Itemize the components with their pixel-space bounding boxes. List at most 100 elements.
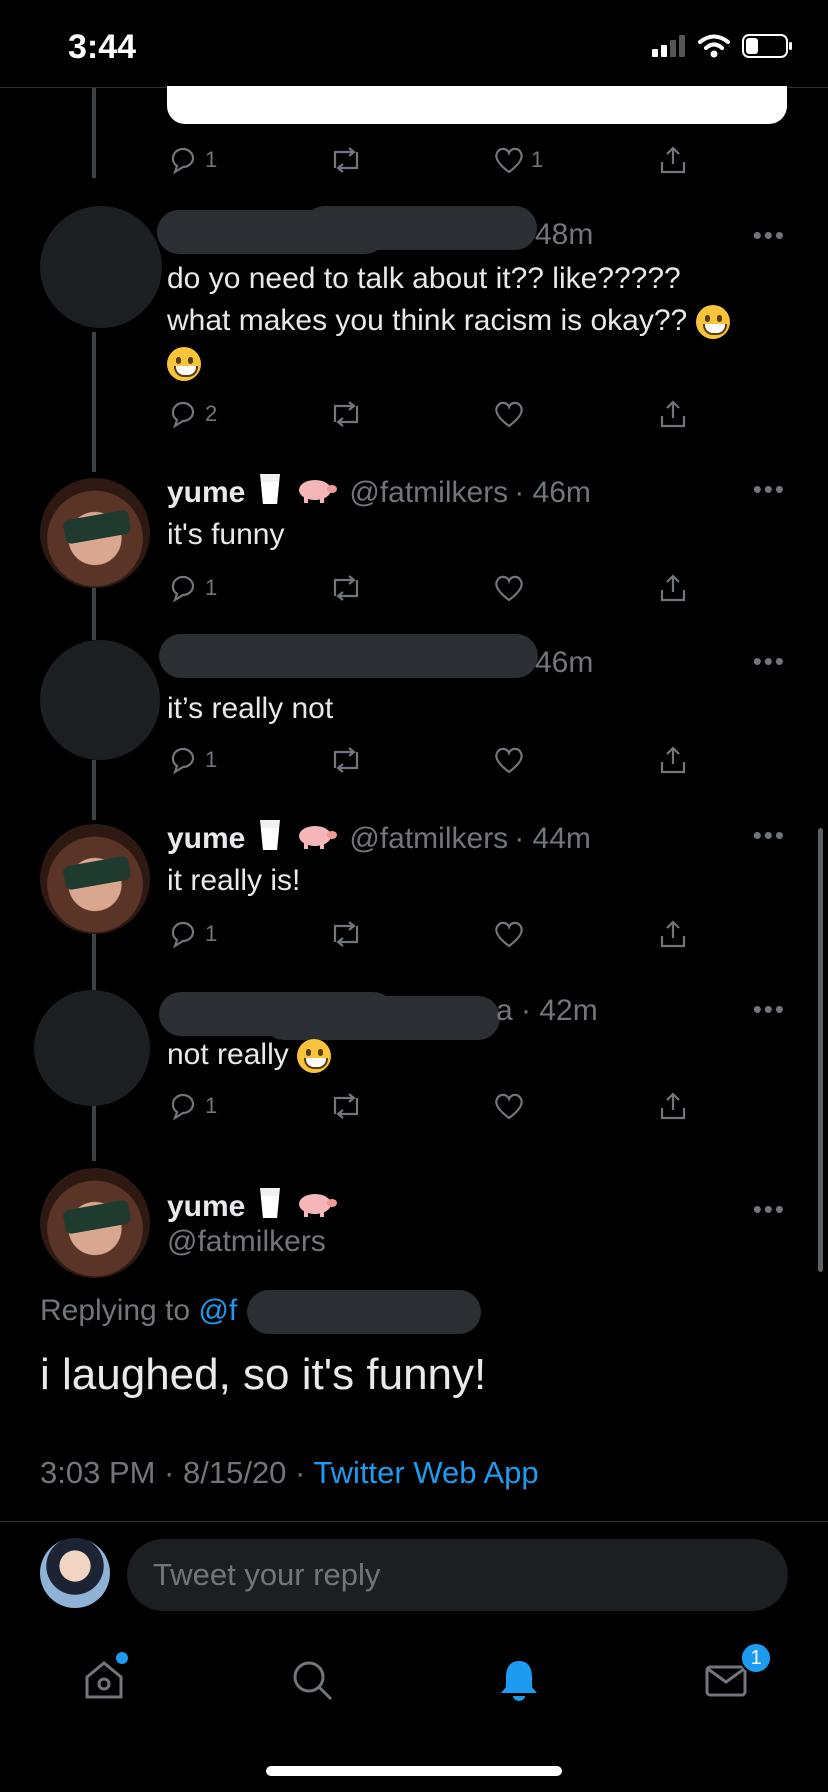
like-button[interactable] (493, 572, 525, 604)
avatar-visor (62, 509, 132, 546)
pig-emoji (295, 1188, 338, 1226)
tweet-text: it’s really not (167, 692, 334, 725)
share-icon (660, 146, 686, 174)
tab-bar: 1 (0, 1622, 828, 1742)
grinning-emoji (167, 347, 201, 382)
share-icon (660, 746, 686, 774)
battery-icon (742, 34, 792, 58)
tweet-text: it's funny (167, 518, 285, 551)
home-badge-dot (116, 1652, 128, 1664)
tweet-time: a · 42m (496, 994, 598, 1027)
avatar[interactable] (40, 824, 150, 934)
tweet-actions: 2 (167, 398, 687, 434)
retweet-button[interactable] (327, 398, 365, 430)
user-handle[interactable]: @fatmilkers (349, 476, 508, 510)
avatar[interactable] (34, 990, 150, 1106)
tab-home[interactable] (74, 1650, 134, 1710)
retweet-icon (333, 575, 359, 601)
like-button[interactable]: 1 (493, 144, 543, 176)
share-button[interactable] (657, 1090, 689, 1122)
retweet-button[interactable] (327, 1090, 365, 1122)
display-name[interactable]: yume (167, 1190, 245, 1224)
like-count: 1 (531, 147, 544, 172)
more-icon[interactable]: ••• (753, 994, 786, 1025)
like-icon (495, 401, 523, 428)
status-time: 3:44 (68, 28, 137, 66)
tweet-meta: 3:03 PM · 8/15/20 · Twitter Web App (40, 1455, 539, 1491)
reply-icon (171, 401, 195, 429)
avatar[interactable] (40, 640, 160, 760)
more-icon[interactable]: ••• (753, 820, 786, 851)
reply-count: 1 (205, 1093, 218, 1118)
tab-search[interactable] (282, 1650, 342, 1710)
reply-count: 1 (205, 747, 218, 772)
reply-icon (171, 147, 195, 175)
source-app-link[interactable]: Twitter Web App (313, 1455, 538, 1490)
signal-icon (652, 35, 685, 57)
scrollbar[interactable] (818, 828, 823, 1272)
thread-line (92, 332, 96, 472)
share-icon (660, 400, 686, 428)
media-card[interactable] (167, 86, 787, 124)
retweet-button[interactable] (327, 144, 365, 176)
share-icon (660, 920, 686, 948)
like-button[interactable] (493, 1090, 525, 1122)
like-button[interactable] (493, 918, 525, 950)
retweet-button[interactable] (327, 918, 365, 950)
redacted-handle (303, 206, 537, 250)
tweet-text-span: not really (167, 1038, 289, 1071)
like-button[interactable] (493, 744, 525, 776)
like-button[interactable] (493, 398, 525, 430)
avatar[interactable] (40, 206, 162, 328)
reply-button[interactable]: 1 (167, 572, 217, 604)
like-icon (495, 747, 523, 774)
share-button[interactable] (657, 398, 689, 430)
display-name[interactable]: yume (167, 822, 245, 856)
tab-messages[interactable]: 1 (696, 1642, 772, 1710)
more-icon[interactable]: ••• (753, 646, 786, 677)
redacted-mention (247, 1290, 481, 1334)
like-icon (495, 1093, 523, 1120)
replying-label: Replying to (40, 1294, 191, 1327)
reply-icon (171, 1093, 195, 1121)
avatar[interactable] (40, 478, 150, 588)
thread-line (92, 586, 96, 640)
share-button[interactable] (657, 918, 689, 950)
tab-notifications[interactable] (489, 1650, 549, 1710)
tweet-time: 46m (535, 646, 594, 679)
reply-icon (171, 747, 195, 775)
reply-button[interactable]: 1 (167, 1090, 217, 1122)
retweet-icon (333, 921, 359, 947)
thread-line (92, 88, 96, 178)
retweet-button[interactable] (327, 572, 365, 604)
tweet-reply-input[interactable] (127, 1539, 788, 1611)
display-name[interactable]: yume (167, 476, 245, 510)
reply-mention[interactable]: @f (198, 1294, 237, 1327)
reply-button[interactable]: 2 (167, 398, 217, 430)
more-icon[interactable]: ••• (753, 474, 786, 505)
more-icon[interactable]: ••• (753, 220, 786, 251)
search-icon (293, 1661, 333, 1701)
retweet-icon (333, 1093, 359, 1119)
my-avatar[interactable] (40, 1538, 110, 1608)
user-handle[interactable]: @fatmilkers (167, 1225, 326, 1259)
main-tweet-name: yume (167, 1186, 338, 1228)
reply-button[interactable]: 1 (167, 144, 217, 176)
more-icon[interactable]: ••• (753, 1194, 786, 1225)
reply-button[interactable]: 1 (167, 918, 217, 950)
retweet-button[interactable] (327, 744, 365, 776)
avatar[interactable] (40, 1168, 150, 1278)
home-indicator[interactable] (266, 1766, 562, 1776)
user-handle[interactable]: @fatmilkers (349, 822, 508, 856)
like-icon (495, 575, 523, 602)
share-button[interactable] (657, 572, 689, 604)
tweet-header: yume @fatmilkers · 44m (167, 818, 591, 860)
share-button[interactable] (657, 144, 689, 176)
tweet-text: it really is! (167, 864, 301, 897)
tweet-header: yume @fatmilkers · 46m (167, 472, 591, 514)
grinning-emoji (297, 1039, 332, 1074)
reply-button[interactable]: 1 (167, 744, 217, 776)
share-button[interactable] (657, 744, 689, 776)
thread-line (92, 932, 96, 992)
tweet-time: · 46m (514, 476, 591, 509)
